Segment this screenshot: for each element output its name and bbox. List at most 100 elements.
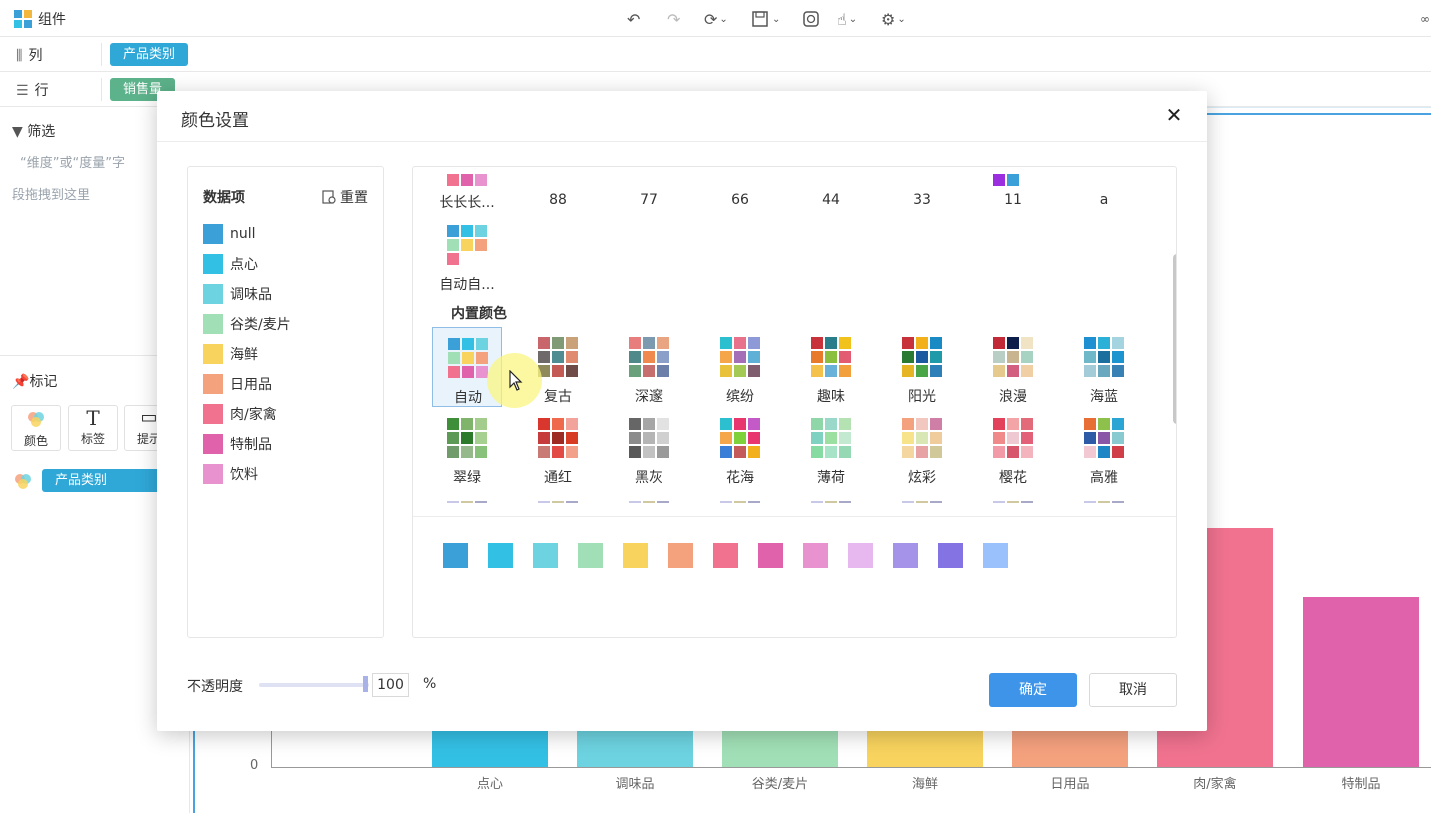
custom-scheme[interactable]: 77 [614, 167, 684, 221]
reset-label: 重置 [340, 190, 368, 206]
scheme-preview-clipped [902, 501, 942, 503]
color-swatch[interactable] [203, 464, 223, 484]
scheme-preview-clipped [720, 501, 760, 503]
color-swatch[interactable] [203, 314, 223, 334]
scheme-name: 88 [549, 192, 567, 208]
builtin-scheme-11[interactable]: 黑灰 [614, 408, 684, 488]
data-item[interactable]: 海鲜 [203, 344, 258, 364]
builtin-scheme-12[interactable]: 花海 [705, 408, 775, 488]
data-item[interactable]: 调味品 [203, 284, 272, 304]
refresh-icon[interactable]: ⟳ ⌄ [704, 8, 728, 30]
reset-button[interactable]: 重置 [322, 187, 368, 207]
custom-scheme[interactable]: a [1069, 167, 1139, 221]
palette-swatch[interactable] [848, 543, 873, 568]
builtin-scheme-15[interactable]: 樱花 [978, 408, 1048, 488]
scheme-preview [720, 337, 760, 377]
opacity-input[interactable]: 100 [372, 673, 409, 697]
data-item[interactable]: 特制品 [203, 434, 272, 454]
palette-swatch[interactable] [938, 543, 963, 568]
data-item-label: 日用品 [230, 377, 272, 393]
data-item-label: 调味品 [230, 287, 272, 303]
builtin-scheme-13[interactable]: 薄荷 [796, 408, 866, 488]
palette-swatch[interactable] [623, 543, 648, 568]
color-swatch[interactable] [203, 344, 223, 364]
dialog-title: 颜色设置 [181, 111, 249, 131]
save-icon[interactable]: ⌄ [751, 8, 780, 30]
custom-scheme[interactable]: 44 [796, 167, 866, 221]
label-mark-button[interactable]: T 标签 [68, 405, 118, 451]
custom-scheme[interactable]: 66 [705, 167, 775, 221]
filter-hint-2: 段拖拽到这里 [12, 188, 91, 203]
builtin-scheme-5[interactable]: 趣味 [796, 327, 866, 407]
marks-title-text: 标记 [29, 374, 58, 390]
palette-swatch[interactable] [893, 543, 918, 568]
custom-scheme[interactable]: 11 [978, 167, 1048, 221]
builtin-scheme-10[interactable]: 通红 [523, 408, 593, 488]
scheme-name: 长长长... [439, 195, 495, 211]
opacity-slider-handle[interactable] [363, 676, 368, 692]
custom-scheme[interactable]: 自动自... [432, 215, 502, 295]
color-swatch[interactable] [203, 254, 223, 274]
scheme-scrollbar[interactable] [1173, 254, 1176, 424]
scheme-preview [993, 174, 1033, 186]
redo-icon[interactable]: ↷ [667, 8, 680, 30]
scheme-name: 自动自... [439, 277, 495, 293]
data-item-label: null [230, 226, 256, 242]
builtin-scheme-14[interactable]: 炫彩 [887, 408, 957, 488]
builtin-scheme-3[interactable]: 深邃 [614, 327, 684, 407]
confirm-button[interactable]: 确定 [989, 673, 1077, 707]
divider [101, 78, 102, 101]
x-tick-label: 肉/家禽 [1193, 777, 1237, 792]
palette-swatch[interactable] [758, 543, 783, 568]
scheme-preview-clipped [629, 501, 669, 503]
custom-scheme[interactable]: 88 [523, 167, 593, 221]
data-item[interactable]: 肉/家禽 [203, 404, 277, 424]
palette-swatch[interactable] [983, 543, 1008, 568]
color-mark-button[interactable]: 颜色 [11, 405, 61, 451]
builtin-scheme-8[interactable]: 海蓝 [1069, 327, 1139, 407]
color-swatch[interactable] [203, 404, 223, 424]
rows-icon: ☰ [16, 83, 29, 99]
palette-swatch[interactable] [578, 543, 603, 568]
more-icon[interactable]: ∞ [1420, 8, 1430, 30]
text-icon: T [86, 406, 100, 430]
opacity-slider[interactable] [259, 683, 369, 687]
data-item-label: 海鲜 [230, 347, 258, 363]
color-swatch[interactable] [203, 224, 223, 244]
data-item[interactable]: 谷类/麦片 [203, 314, 291, 334]
color-swatch[interactable] [203, 374, 223, 394]
builtin-scheme-16[interactable]: 高雅 [1069, 408, 1139, 488]
palette-swatch[interactable] [713, 543, 738, 568]
component-icon [14, 10, 32, 28]
palette-swatch[interactable] [443, 543, 468, 568]
cancel-button[interactable]: 取消 [1089, 673, 1177, 707]
color-swatch[interactable] [203, 434, 223, 454]
undo-icon[interactable]: ↶ [627, 8, 640, 30]
hand-icon[interactable]: ☝ ⌄ [837, 8, 857, 30]
palette-swatch[interactable] [533, 543, 558, 568]
builtin-scheme-7[interactable]: 浪漫 [978, 327, 1048, 407]
palette-swatch[interactable] [668, 543, 693, 568]
close-icon[interactable]: ✕ [1163, 104, 1185, 126]
builtin-scheme-6[interactable]: 阳光 [887, 327, 957, 407]
data-item[interactable]: 饮料 [203, 464, 258, 484]
custom-scheme[interactable]: 长长长... [432, 167, 502, 221]
custom-scheme[interactable]: 33 [887, 167, 957, 221]
data-item-label: 谷类/麦片 [230, 317, 291, 333]
bar-tezhipin[interactable] [1303, 597, 1419, 767]
palette-swatch[interactable] [803, 543, 828, 568]
gear-icon[interactable]: ⚙ ⌄ [881, 8, 906, 30]
data-item[interactable]: null [203, 224, 256, 244]
builtin-scheme-9[interactable]: 翠绿 [432, 408, 502, 488]
palette-swatch[interactable] [488, 543, 513, 568]
builtin-scheme-4[interactable]: 缤纷 [705, 327, 775, 407]
scheme-preview-clipped [538, 501, 578, 503]
scheme-preview [811, 337, 851, 377]
divider [413, 516, 1176, 517]
data-item[interactable]: 日用品 [203, 374, 272, 394]
divider [157, 141, 1207, 142]
color-swatch[interactable] [203, 284, 223, 304]
data-item[interactable]: 点心 [203, 254, 258, 274]
columns-field-pill[interactable]: 产品类别 [110, 43, 189, 66]
preview-icon[interactable] [802, 8, 820, 30]
